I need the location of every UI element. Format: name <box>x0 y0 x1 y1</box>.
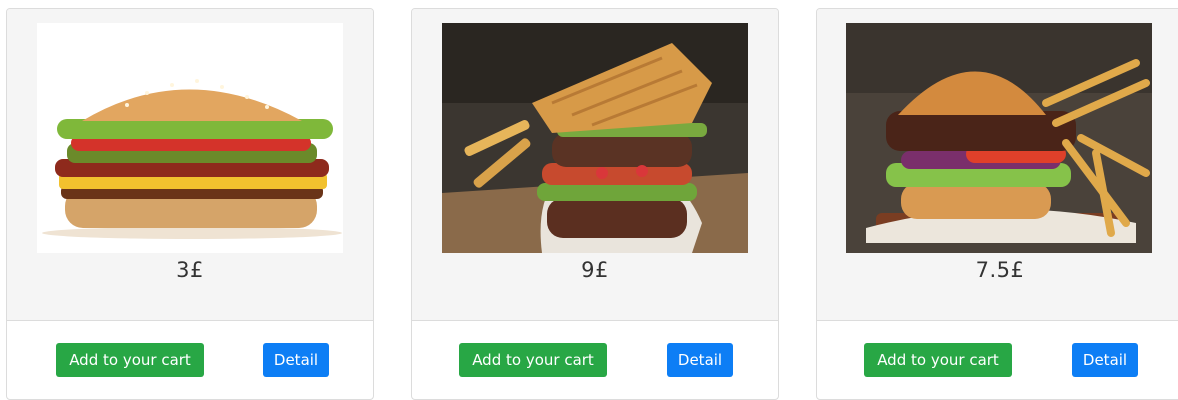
product-card: 3£ Add to your cart Detail <box>6 8 374 400</box>
add-to-cart-button[interactable]: Add to your cart <box>864 343 1012 377</box>
product-price: 7.5£ <box>975 258 1025 282</box>
product-card-body: 9£ <box>412 9 778 321</box>
product-card: 7.5£ Add to your cart Detail <box>816 8 1178 400</box>
product-image <box>37 23 343 253</box>
product-card: 9£ Add to your cart Detail <box>411 8 779 400</box>
bacon-burger-image <box>37 23 343 253</box>
burger-with-fries-image <box>846 23 1152 253</box>
add-to-cart-button[interactable]: Add to your cart <box>459 343 607 377</box>
product-card-body: 3£ <box>7 9 373 321</box>
product-card-body: 7.5£ <box>817 9 1178 321</box>
product-image <box>442 23 748 253</box>
product-price: 9£ <box>581 258 609 282</box>
detail-button[interactable]: Detail <box>667 343 733 377</box>
detail-button[interactable]: Detail <box>1072 343 1138 377</box>
product-image <box>846 23 1152 253</box>
waffle-burger-image <box>442 23 748 253</box>
detail-button[interactable]: Detail <box>263 343 329 377</box>
product-price: 3£ <box>176 258 204 282</box>
add-to-cart-button[interactable]: Add to your cart <box>56 343 204 377</box>
